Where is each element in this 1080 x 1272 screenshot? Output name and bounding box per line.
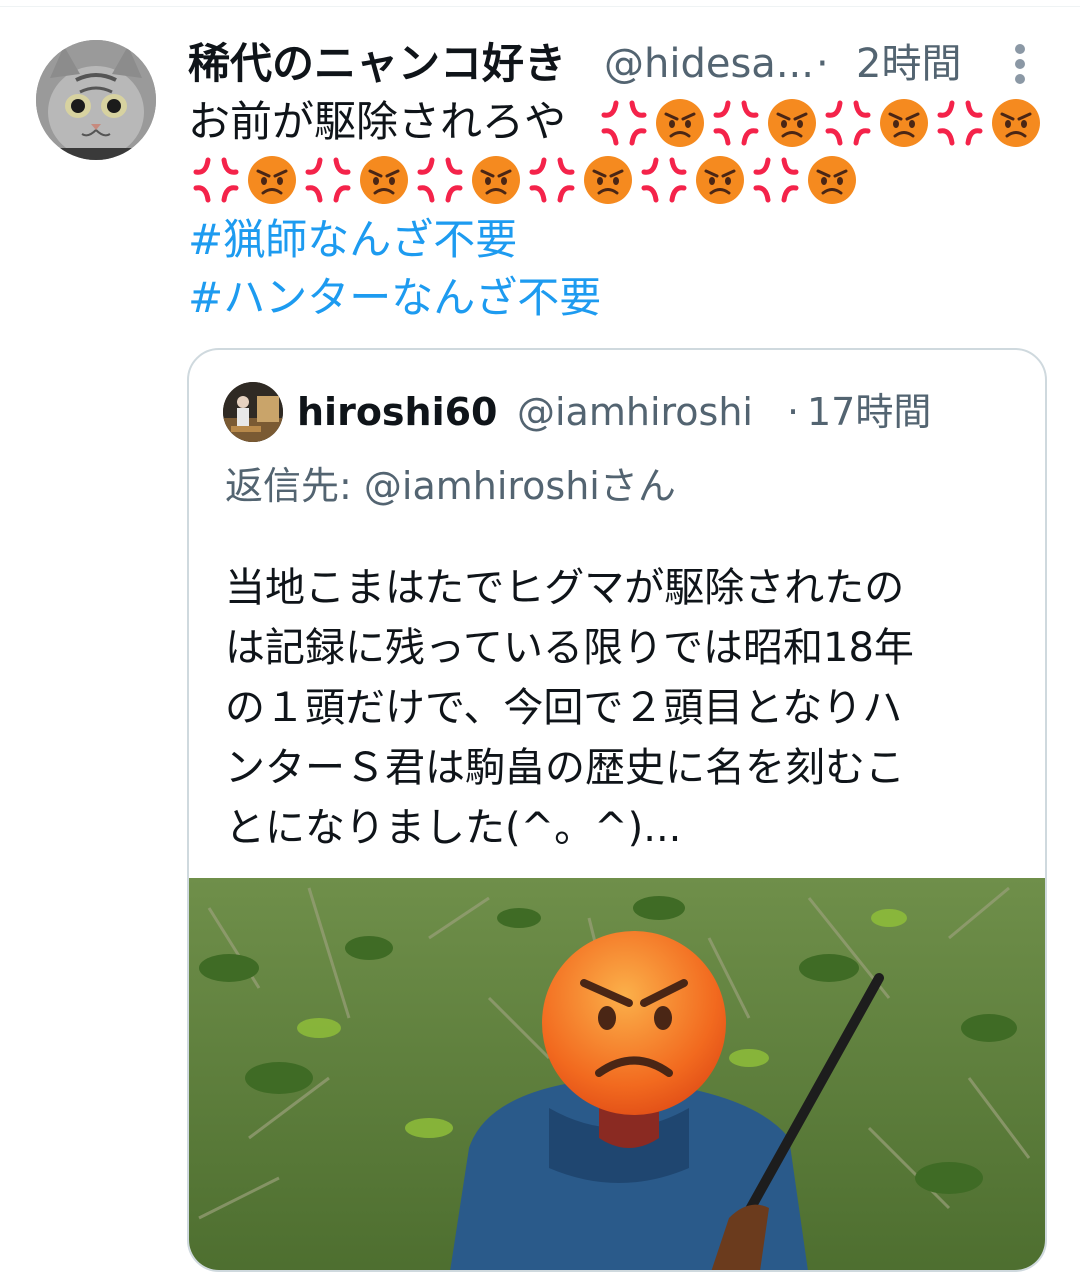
anger-symbol-emoji-icon [748,152,804,212]
anger-symbol-emoji-icon [932,95,988,155]
angry-face-emoji-icon [468,152,524,212]
separator-dot: · [816,41,829,87]
quoted-body-line: ンターＳ君は駒畠の歴史に名を刻むこ [225,745,905,791]
hashtag-link-2[interactable]: #ハンターなんざ不要 [188,270,601,326]
angry-face-emoji-icon [652,95,708,155]
cat-avatar-icon [36,40,156,160]
quoted-body-line: 当地こまはたでヒグマが駆除されたの [225,565,905,611]
quoted-separator-dot: · [787,390,800,434]
angry-face-emoji-icon [692,152,748,212]
user-avatar[interactable] [36,40,156,160]
quoted-tweet-body: 当地こまはたでヒグマが駆除されたの は記録に残っている限りでは昭和18年 の１頭… [225,558,1015,858]
quoted-tweet-time[interactable]: 17時間 [807,384,931,440]
quoted-user-avatar[interactable] [223,382,283,442]
anger-symbol-emoji-icon [188,152,244,212]
angry-face-emoji-icon [542,931,726,1115]
emoji-row-1 [596,95,1044,155]
tweet-text: お前が駆除されろや [188,97,567,146]
anger-symbol-emoji-icon [300,152,356,212]
quoted-user-handle[interactable]: @iamhiroshi [517,384,753,440]
quoted-tweet-photo[interactable] [189,878,1045,1270]
anger-symbol-emoji-icon [412,152,468,212]
display-name[interactable]: 稀代のニャンコ好き [188,38,566,90]
angry-face-emoji-icon [356,152,412,212]
angry-face-emoji-icon [764,95,820,155]
anger-symbol-emoji-icon [524,152,580,212]
reply-to-label: 返信先: @iamhiroshiさん [225,464,676,508]
user-handle[interactable]: @hidesa... [604,38,814,90]
anger-symbol-emoji-icon [820,95,876,155]
quoted-body-line: とになりました(^。^)... [225,805,682,851]
anger-symbol-emoji-icon [636,152,692,212]
angry-face-emoji-icon [244,152,300,212]
quoted-body-line: の１頭だけで、今回で２頭目となりハ [225,685,903,731]
angry-face-emoji-icon [876,95,932,155]
quoted-avatar-icon [223,382,283,442]
angry-face-emoji-icon [804,152,860,212]
tweet-time[interactable]: 2時間 [856,38,961,90]
emoji-row-2 [188,152,860,212]
top-divider [0,6,1080,7]
angry-face-emoji-icon [580,152,636,212]
more-vertical-icon[interactable] [1008,44,1032,84]
quoted-display-name[interactable]: hiroshi60 [297,384,498,440]
tweet-text-line-1: お前が駆除されろや [188,94,566,150]
tweet-header: 稀代のニャンコ好き @hidesa... · 2時間 [188,38,1048,90]
anger-symbol-emoji-icon [708,95,764,155]
quoted-body-line: は記録に残っている限りでは昭和18年 [225,625,914,671]
anger-symbol-emoji-icon [596,95,652,155]
hashtag-link-1[interactable]: #猟師なんざ不要 [188,212,517,268]
quoted-tweet-card[interactable]: hiroshi60 @iamhiroshi · 17時間 返信先: @iamhi… [187,348,1047,1272]
angry-face-emoji-icon [988,95,1044,155]
hunter-photo-image [189,878,1045,1270]
